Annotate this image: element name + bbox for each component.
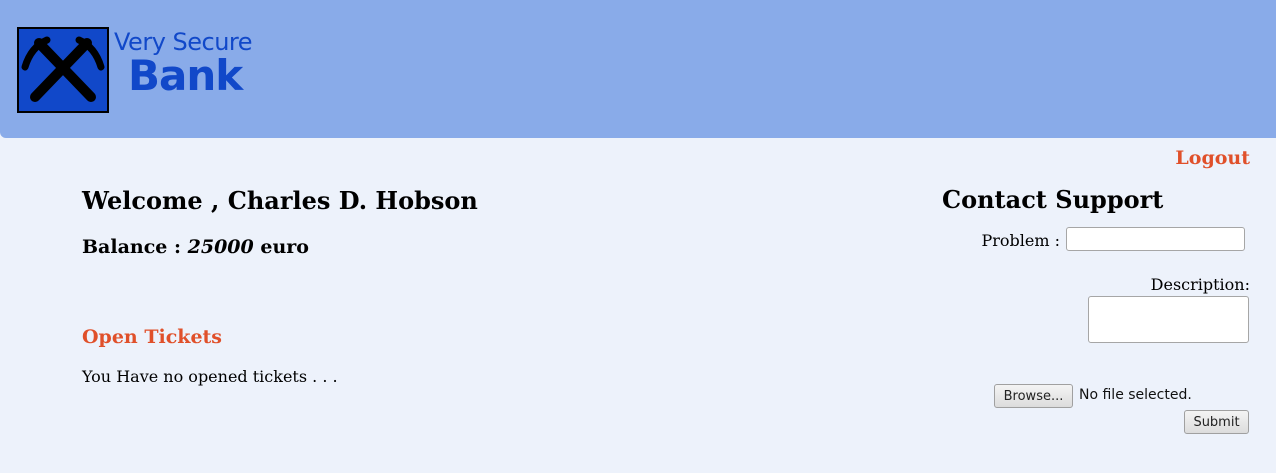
- tickets-empty-message: You Have no opened tickets . . .: [82, 367, 338, 386]
- problem-input[interactable]: [1066, 227, 1245, 251]
- browse-file-button[interactable]: Browse...: [994, 384, 1073, 408]
- problem-label: Problem :: [981, 231, 1060, 250]
- description-textarea[interactable]: [1088, 296, 1249, 343]
- balance-label: Balance :: [82, 236, 188, 258]
- balance-unit: euro: [253, 236, 309, 258]
- crossed-pickaxes-icon: [17, 27, 109, 113]
- bank-logo: Very Secure Bank: [17, 27, 257, 115]
- site-header: Very Secure Bank: [0, 0, 1276, 138]
- open-tickets-heading: Open Tickets: [82, 326, 223, 348]
- welcome-heading: Welcome , Charles D. Hobson: [82, 186, 478, 215]
- logout-link[interactable]: Logout: [1175, 147, 1250, 169]
- contact-support-heading: Contact Support: [942, 185, 1164, 214]
- balance-line: Balance : 25000 euro: [82, 236, 309, 258]
- user-name: Charles D. Hobson: [227, 186, 478, 215]
- logo-text-line2: Bank: [128, 51, 243, 100]
- file-status-text: No file selected.: [1079, 387, 1192, 403]
- description-label: Description:: [1150, 275, 1250, 294]
- submit-button[interactable]: Submit: [1184, 410, 1249, 434]
- welcome-prefix: Welcome ,: [82, 186, 228, 215]
- balance-value: 25000: [187, 236, 254, 258]
